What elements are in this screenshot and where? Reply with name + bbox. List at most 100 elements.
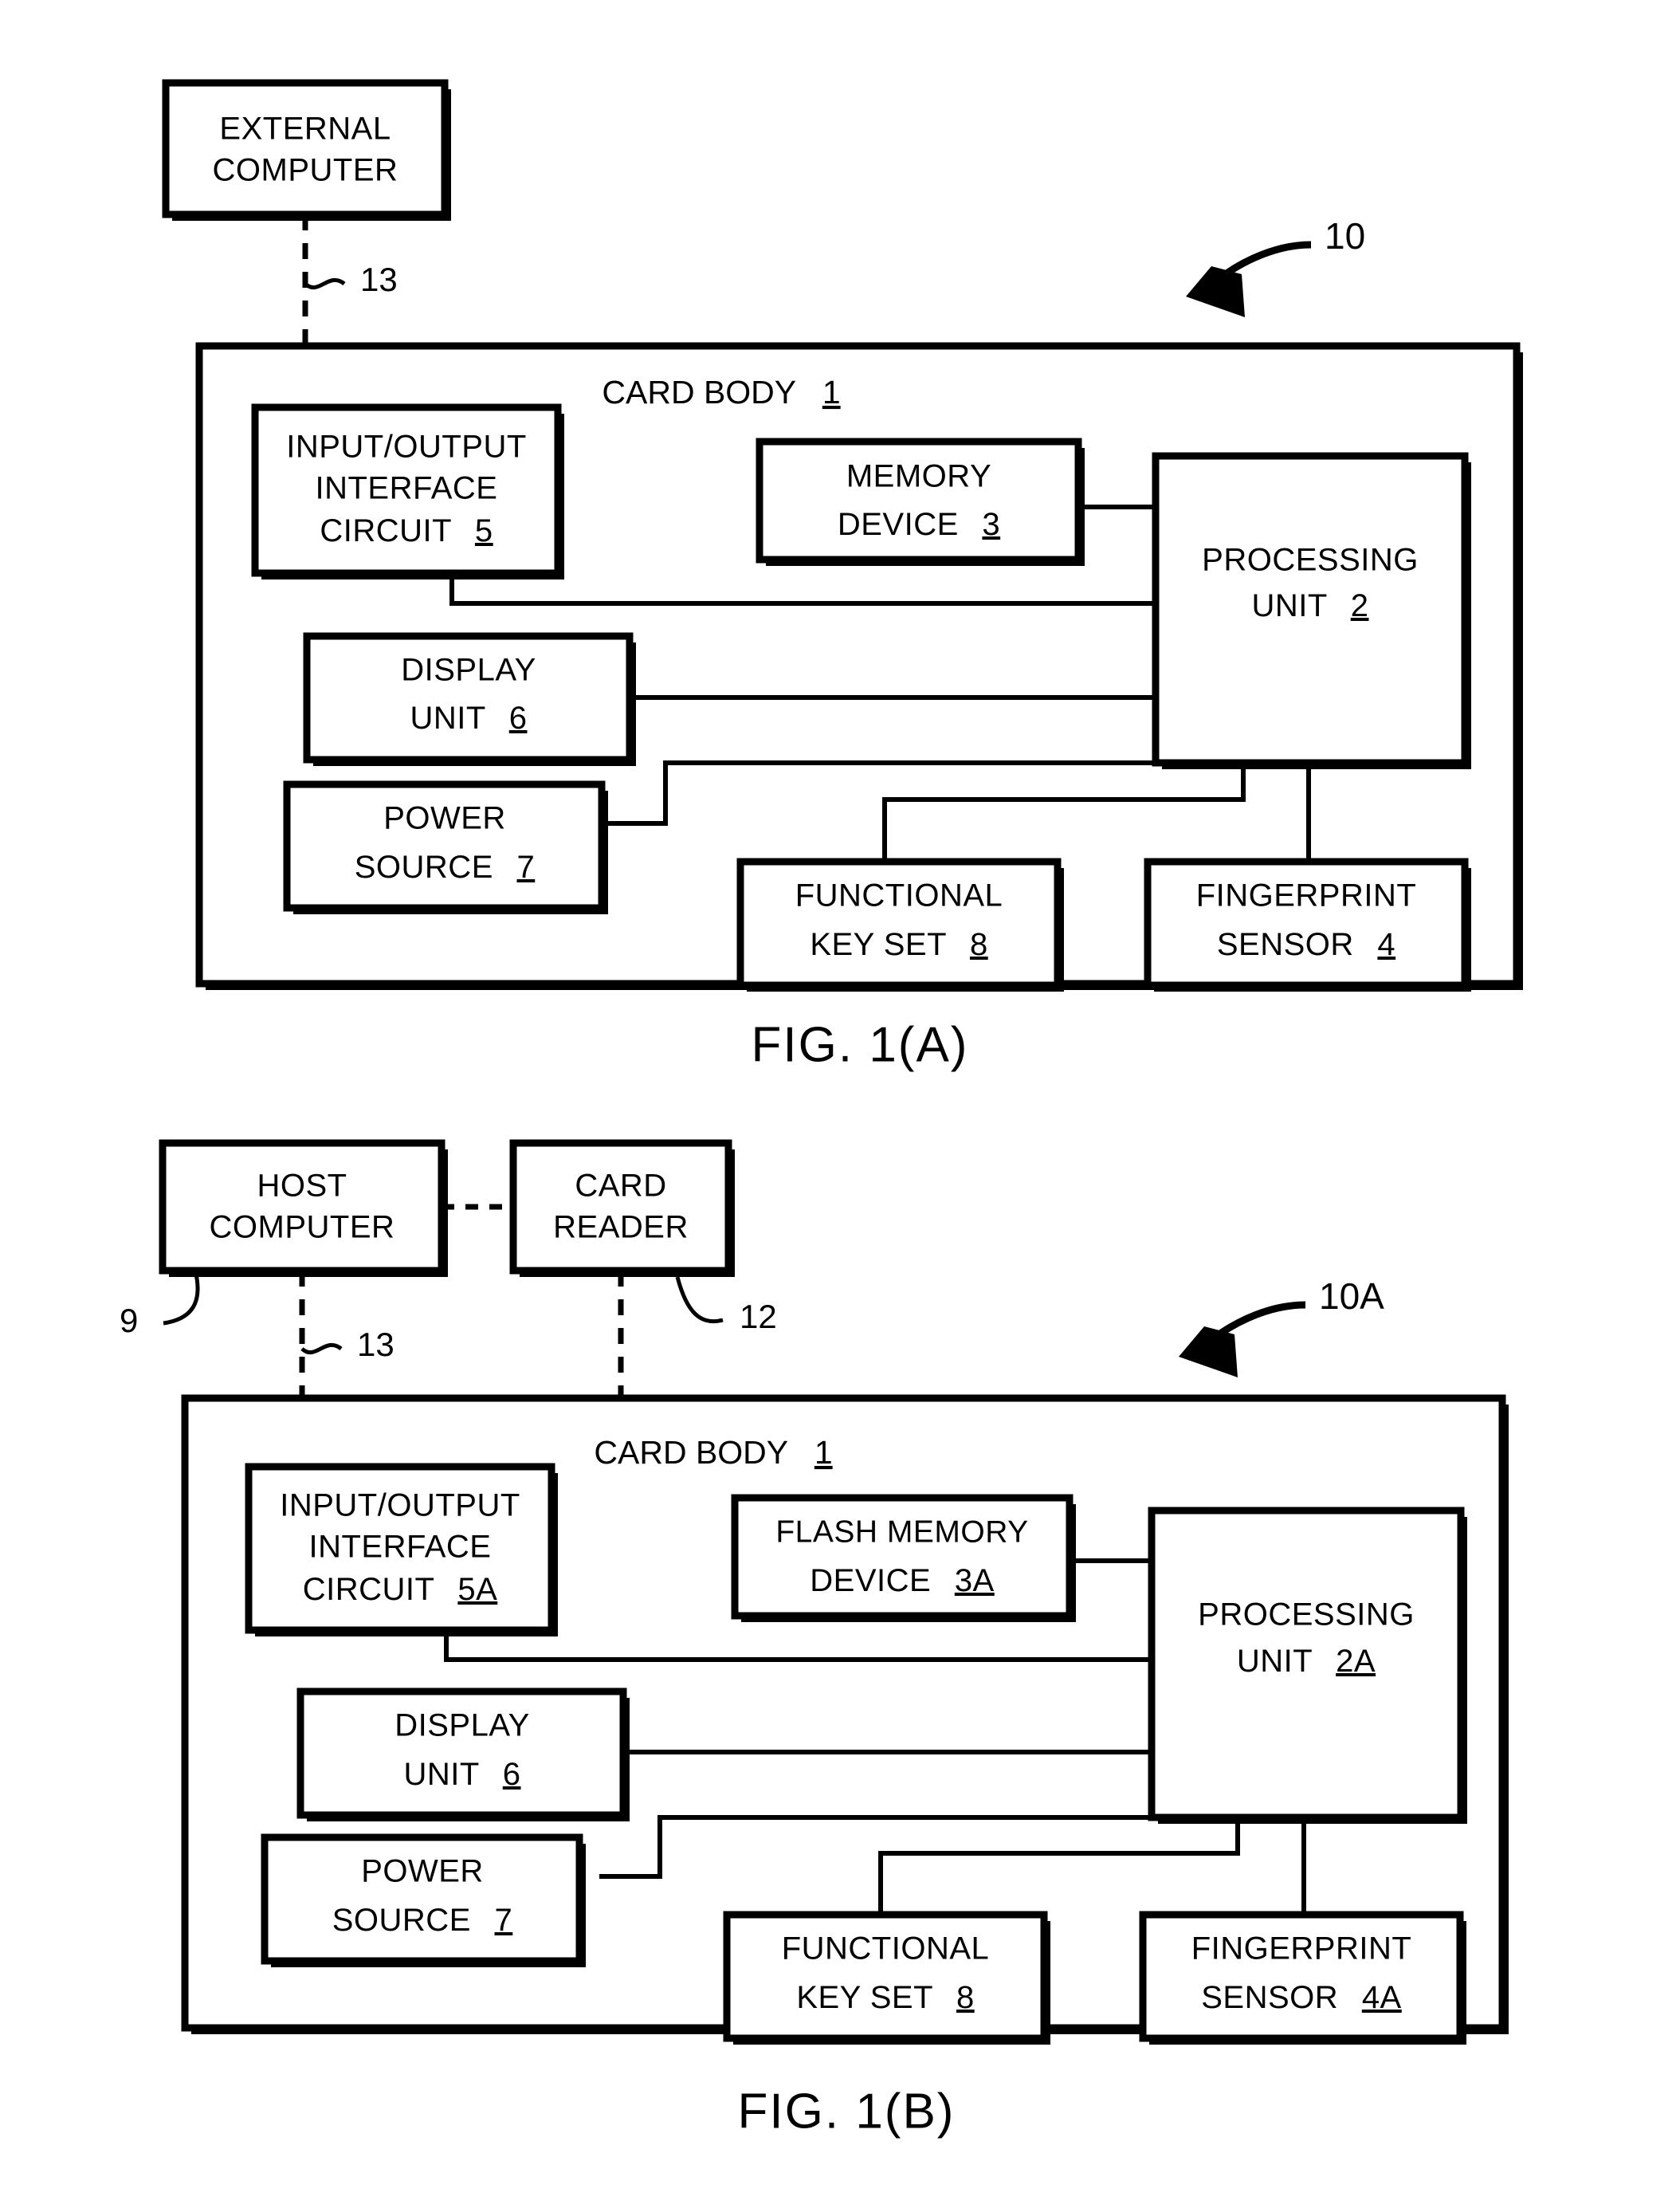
host-computer-ref-label: 9 <box>120 1302 138 1339</box>
functional-key-set-ref: 8 <box>970 927 988 962</box>
svg-text:UNIT 6: UNIT 6 <box>404 1757 521 1792</box>
fingerprint-sensor-line1: FINGERPRINT <box>1196 878 1417 913</box>
host-computer-ref-9-leader: 9 <box>120 1270 200 1339</box>
card-body-text-b: CARD BODY <box>594 1434 787 1471</box>
processing-unit-block-1a: PROCESSING UNIT 2 <box>1152 452 1471 769</box>
io-interface-b-line3: CIRCUIT <box>303 1572 434 1607</box>
processing-unit-b-ref: 2A <box>1336 1644 1376 1679</box>
power-source-b-line1: POWER <box>361 1854 484 1889</box>
figure-canvas: EXTERNAL COMPUTER 13 10 CARD BODY 1 INPU… <box>120 79 1523 2139</box>
io-interface-ref: 5 <box>475 513 493 548</box>
svg-text:CARD BODY 1: CARD BODY 1 <box>602 374 840 411</box>
display-unit-line2: UNIT <box>410 701 486 736</box>
host-computer-line2: COMPUTER <box>210 1210 395 1245</box>
functional-key-set-block-1a: FUNCTIONAL KEY SET 8 <box>736 858 1064 992</box>
figure-1a-caption: FIG. 1(A) <box>752 1017 969 1072</box>
svg-text:SENSOR 4A: SENSOR 4A <box>1201 1980 1402 2015</box>
power-source-ref: 7 <box>517 850 536 885</box>
io-interface-line1: INPUT/OUTPUT <box>286 430 527 465</box>
card-reader-line2: READER <box>553 1210 689 1245</box>
external-computer-line2: COMPUTER <box>213 153 398 188</box>
processing-unit-b-line1: PROCESSING <box>1198 1597 1415 1632</box>
assembly-10-leader: 10 <box>1186 215 1365 317</box>
memory-device-block-1a: MEMORY DEVICE 3 <box>756 438 1085 566</box>
card-reader-block: CARD READER <box>509 1139 735 1277</box>
power-source-block-1b: POWER SOURCE 7 <box>261 1833 586 1967</box>
io-interface-b-ref: 5A <box>457 1572 497 1607</box>
svg-text:UNIT 2A: UNIT 2A <box>1237 1644 1376 1679</box>
svg-text:UNIT 6: UNIT 6 <box>410 701 528 736</box>
fingerprint-sensor-b-line2: SENSOR <box>1201 1980 1338 2015</box>
display-unit-b-ref: 6 <box>503 1757 521 1792</box>
io-interface-block-1a: INPUT/OUTPUT INTERFACE CIRCUIT 5 <box>251 403 564 580</box>
figure-1b-caption: FIG. 1(B) <box>738 2084 956 2139</box>
flash-memory-line2: DEVICE <box>810 1563 931 1598</box>
power-source-line2: SOURCE <box>355 850 493 885</box>
display-unit-b-line2: UNIT <box>404 1757 480 1792</box>
functional-key-set-b-ref: 8 <box>956 1980 975 2015</box>
display-unit-block-1b: DISPLAY UNIT 6 <box>296 1687 630 1821</box>
memory-device-line1: MEMORY <box>846 459 991 494</box>
external-computer-block: EXTERNAL COMPUTER <box>162 79 451 221</box>
functional-key-set-block-1b: FUNCTIONAL KEY SET 8 <box>723 1911 1050 2045</box>
processing-unit-b-line2: UNIT <box>1237 1644 1313 1679</box>
figure-1b: HOST COMPUTER CARD READER 9 12 13 10A CA… <box>120 1139 1509 2139</box>
io-interface-line2: INTERFACE <box>316 471 498 506</box>
functional-key-set-b-line2: KEY SET <box>796 1980 932 2015</box>
link-13-leader-squiggle <box>304 277 346 290</box>
display-unit-b-line1: DISPLAY <box>394 1708 530 1743</box>
io-interface-line3: CIRCUIT <box>320 513 451 548</box>
assembly-10-ref-label: 10 <box>1325 215 1365 257</box>
card-reader-line1: CARD <box>575 1169 666 1204</box>
io-interface-block-1b: INPUT/OUTPUT INTERFACE CIRCUIT 5A <box>245 1463 558 1636</box>
card-reader-ref-12-leader: 12 <box>675 1276 777 1335</box>
fingerprint-sensor-b-ref: 4A <box>1362 1980 1402 2015</box>
display-unit-block-1a: DISPLAY UNIT 6 <box>303 632 636 766</box>
flash-memory-line1: FLASH MEMORY <box>775 1515 1028 1549</box>
power-source-line1: POWER <box>383 801 506 836</box>
figure-1a: EXTERNAL COMPUTER 13 10 CARD BODY 1 INPU… <box>162 79 1523 1072</box>
link-13b-leader-squiggle <box>300 1342 343 1355</box>
memory-device-ref: 3 <box>982 507 1000 542</box>
svg-text:UNIT 2: UNIT 2 <box>1252 588 1369 623</box>
power-source-b-ref: 7 <box>495 1903 513 1938</box>
fingerprint-sensor-ref: 4 <box>1377 927 1395 962</box>
memory-device-line2: DEVICE <box>838 507 959 542</box>
assembly-10a-ref-label: 10A <box>1319 1275 1384 1317</box>
flash-memory-device-block-1b: FLASH MEMORY DEVICE 3A <box>731 1494 1076 1622</box>
functional-key-set-line1: FUNCTIONAL <box>795 878 1003 913</box>
card-body-label-1b: CARD BODY 1 <box>594 1434 832 1471</box>
io-interface-b-line2: INTERFACE <box>309 1530 492 1565</box>
svg-text:CARD BODY 1: CARD BODY 1 <box>594 1434 832 1471</box>
host-computer-line1: HOST <box>257 1169 347 1204</box>
processing-unit-line1: PROCESSING <box>1202 543 1419 578</box>
power-source-block-1a: POWER SOURCE 7 <box>283 780 608 914</box>
link-13b-ref-label: 13 <box>357 1326 394 1363</box>
link-13-ref-label: 13 <box>360 261 398 298</box>
fingerprint-sensor-line2: SENSOR <box>1217 927 1354 962</box>
assembly-10a-leader: 10A <box>1179 1275 1384 1377</box>
card-body-ref-b: 1 <box>814 1434 833 1471</box>
power-source-b-line2: SOURCE <box>332 1903 471 1938</box>
processing-unit-line2: UNIT <box>1252 588 1328 623</box>
fingerprint-sensor-block-1b: FINGERPRINT SENSOR 4A <box>1139 1911 1466 2045</box>
external-computer-line1: EXTERNAL <box>219 112 391 147</box>
flash-memory-ref: 3A <box>955 1563 995 1598</box>
fingerprint-sensor-b-line1: FINGERPRINT <box>1191 1931 1412 1966</box>
processing-unit-ref: 2 <box>1351 588 1369 623</box>
display-unit-ref: 6 <box>509 701 528 736</box>
card-reader-ref-label: 12 <box>740 1298 777 1335</box>
host-computer-block: HOST COMPUTER <box>159 1139 448 1277</box>
processing-unit-block-1b: PROCESSING UNIT 2A <box>1148 1507 1467 1824</box>
card-body-ref: 1 <box>822 374 841 411</box>
svg-text:CIRCUIT 5A: CIRCUIT 5A <box>303 1572 498 1607</box>
svg-text:DEVICE 3A: DEVICE 3A <box>810 1563 995 1598</box>
display-unit-line1: DISPLAY <box>401 653 536 688</box>
functional-key-set-b-line1: FUNCTIONAL <box>782 1931 990 1966</box>
patent-drawing-sheet: EXTERNAL COMPUTER 13 10 CARD BODY 1 INPU… <box>0 0 1680 2212</box>
card-body-text: CARD BODY <box>602 374 795 411</box>
functional-key-set-line2: KEY SET <box>810 927 946 962</box>
fingerprint-sensor-block-1a: FINGERPRINT SENSOR 4 <box>1144 858 1471 992</box>
io-interface-b-line1: INPUT/OUTPUT <box>280 1488 520 1523</box>
card-body-label-1a: CARD BODY 1 <box>602 374 840 411</box>
